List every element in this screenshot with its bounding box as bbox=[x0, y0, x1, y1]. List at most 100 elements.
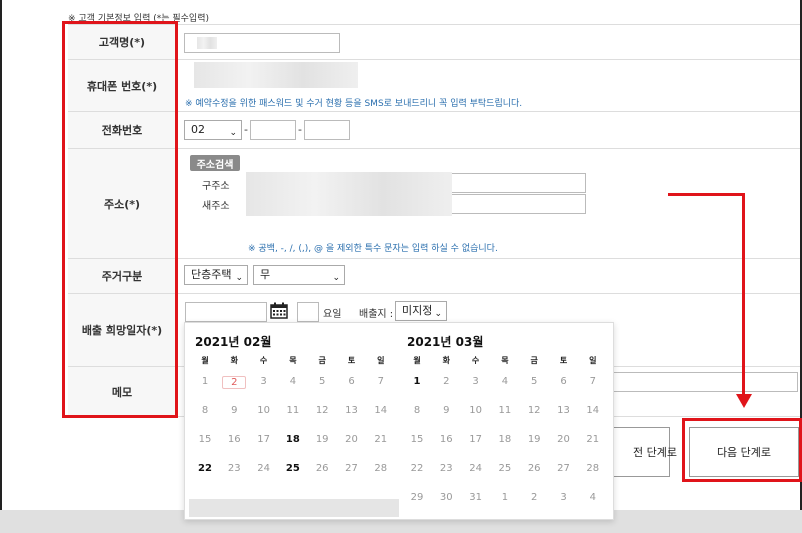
calendar-day[interactable]: 14 bbox=[581, 405, 605, 416]
calendar-day[interactable]: 5 bbox=[522, 376, 546, 387]
chevron-down-icon: ⌄ bbox=[235, 273, 243, 283]
calendar-day[interactable]: 21 bbox=[369, 434, 393, 445]
arrow-vertical bbox=[742, 193, 745, 398]
chevron-down-icon: ⌄ bbox=[434, 309, 442, 319]
calendar-weekday-header: 화 bbox=[442, 356, 450, 365]
calendar-day[interactable]: 28 bbox=[369, 463, 393, 474]
location-select[interactable]: 미지정 ⌄ bbox=[395, 301, 447, 321]
calendar-day[interactable]: 24 bbox=[464, 463, 488, 474]
calendar-day[interactable]: 18 bbox=[281, 434, 305, 445]
calendar-day[interactable]: 2 bbox=[222, 376, 247, 389]
redacted-address bbox=[246, 172, 452, 216]
area-code-value: 02 bbox=[191, 123, 205, 136]
calendar-day[interactable]: 8 bbox=[193, 405, 217, 416]
calendar-day[interactable]: 29 bbox=[405, 492, 429, 503]
calendar-day[interactable]: 5 bbox=[310, 376, 334, 387]
calendar-day[interactable]: 30 bbox=[434, 492, 458, 503]
housing-subtype-select[interactable]: 무 ⌄ bbox=[253, 265, 345, 285]
calendar-day[interactable]: 11 bbox=[493, 405, 517, 416]
calendar-day[interactable]: 22 bbox=[193, 463, 217, 474]
calendar-day[interactable]: 12 bbox=[522, 405, 546, 416]
calendar-day[interactable]: 15 bbox=[405, 434, 429, 445]
redacted-mobile bbox=[194, 62, 358, 88]
calendar-day[interactable]: 26 bbox=[310, 463, 334, 474]
calendar-day[interactable]: 23 bbox=[222, 463, 246, 474]
memo-input[interactable] bbox=[600, 372, 798, 392]
calendar-day[interactable]: 9 bbox=[434, 405, 458, 416]
calendar-day[interactable]: 8 bbox=[405, 405, 429, 416]
calendar-day[interactable]: 17 bbox=[252, 434, 276, 445]
calendar-day[interactable]: 10 bbox=[252, 405, 276, 416]
calendar-day[interactable]: 16 bbox=[434, 434, 458, 445]
calendar-day[interactable]: 2 bbox=[522, 492, 546, 503]
calendar-day[interactable]: 1 bbox=[405, 376, 429, 387]
calendar-day[interactable]: 27 bbox=[552, 463, 576, 474]
calendar-day[interactable]: 6 bbox=[552, 376, 576, 387]
weekday-input[interactable] bbox=[297, 302, 319, 322]
calendar-day[interactable]: 25 bbox=[281, 463, 305, 474]
date-picker-popup: 2021년 02월 2021년 03월 월 화 수 목 금 토 일 1 2 3 4 5 6 7 8 9 10 11… bbox=[184, 322, 614, 520]
calendar-day[interactable]: 4 bbox=[281, 376, 305, 387]
calendar-day[interactable]: 14 bbox=[369, 405, 393, 416]
phone-middle-input[interactable] bbox=[250, 120, 296, 140]
calendar-month-title: 2021년 03월 bbox=[407, 335, 484, 349]
calendar-day[interactable]: 4 bbox=[581, 492, 605, 503]
calendar-weekday-header: 일 bbox=[589, 356, 597, 365]
location-value: 미지정 bbox=[402, 304, 433, 317]
calendar-weekday-header: 금 bbox=[530, 356, 538, 365]
calendar-day[interactable]: 9 bbox=[222, 405, 246, 416]
calendar-day[interactable]: 24 bbox=[252, 463, 276, 474]
window-frame-left bbox=[0, 0, 2, 533]
calendar-day[interactable]: 13 bbox=[552, 405, 576, 416]
calendar-month-title: 2021년 02월 bbox=[195, 335, 272, 349]
address-hint: ※ 공백, -, /, (,), @ 을 제외한 특수 문자는 입력 하실 수 … bbox=[248, 244, 498, 254]
calendar-day[interactable]: 15 bbox=[193, 434, 217, 445]
calendar-day[interactable]: 7 bbox=[369, 376, 393, 387]
calendar-day[interactable]: 4 bbox=[493, 376, 517, 387]
calendar-icon[interactable] bbox=[270, 302, 288, 319]
calendar-day[interactable]: 3 bbox=[552, 492, 576, 503]
sms-hint: ※ 예약수정을 위한 패스워드 및 수거 현황 등을 SMS로 보내드리니 꼭 … bbox=[185, 99, 523, 109]
calendar-weekday-header: 화 bbox=[230, 356, 238, 365]
calendar-day[interactable]: 7 bbox=[581, 376, 605, 387]
calendar-day[interactable]: 16 bbox=[222, 434, 246, 445]
calendar-day[interactable]: 22 bbox=[405, 463, 429, 474]
calendar-day[interactable]: 20 bbox=[552, 434, 576, 445]
calendar-weekday-header: 수 bbox=[471, 356, 480, 365]
calendar-weekday-header: 목 bbox=[501, 356, 509, 365]
customer-name-input[interactable] bbox=[184, 33, 340, 53]
housing-subtype-value: 무 bbox=[260, 268, 271, 281]
area-code-select[interactable]: 02 ⌄ bbox=[184, 120, 242, 140]
calendar-day[interactable]: 11 bbox=[281, 405, 305, 416]
calendar-day[interactable]: 31 bbox=[464, 492, 488, 503]
calendar-weekday-header: 월 bbox=[201, 356, 209, 365]
housing-type-select[interactable]: 단층주택 ⌄ bbox=[184, 265, 248, 285]
calendar-day[interactable]: 25 bbox=[493, 463, 517, 474]
phone-last-input[interactable] bbox=[304, 120, 350, 140]
calendar-day[interactable]: 2 bbox=[434, 376, 458, 387]
calendar-day[interactable]: 26 bbox=[522, 463, 546, 474]
calendar-day[interactable]: 12 bbox=[310, 405, 334, 416]
calendar-weekday-header: 월 bbox=[413, 356, 421, 365]
calendar-day[interactable]: 3 bbox=[252, 376, 276, 387]
calendar-day[interactable]: 18 bbox=[493, 434, 517, 445]
calendar-day[interactable]: 10 bbox=[464, 405, 488, 416]
calendar-day[interactable]: 28 bbox=[581, 463, 605, 474]
calendar-day[interactable]: 17 bbox=[464, 434, 488, 445]
calendar-day[interactable]: 20 bbox=[340, 434, 364, 445]
calendar-empty-row bbox=[189, 499, 399, 517]
calendar-day[interactable]: 3 bbox=[464, 376, 488, 387]
new-address-label: 새주소 bbox=[202, 201, 230, 212]
date-input[interactable] bbox=[185, 302, 267, 322]
calendar-day[interactable]: 23 bbox=[434, 463, 458, 474]
address-search-button[interactable]: 주소검색 bbox=[190, 155, 240, 171]
calendar-day[interactable]: 19 bbox=[522, 434, 546, 445]
calendar-day[interactable]: 1 bbox=[493, 492, 517, 503]
calendar-day[interactable]: 27 bbox=[340, 463, 364, 474]
calendar-day[interactable]: 13 bbox=[340, 405, 364, 416]
calendar-day[interactable]: 19 bbox=[310, 434, 334, 445]
calendar-weekday-header: 금 bbox=[318, 356, 326, 365]
calendar-day[interactable]: 1 bbox=[193, 376, 217, 387]
calendar-day[interactable]: 21 bbox=[581, 434, 605, 445]
calendar-day[interactable]: 6 bbox=[340, 376, 364, 387]
